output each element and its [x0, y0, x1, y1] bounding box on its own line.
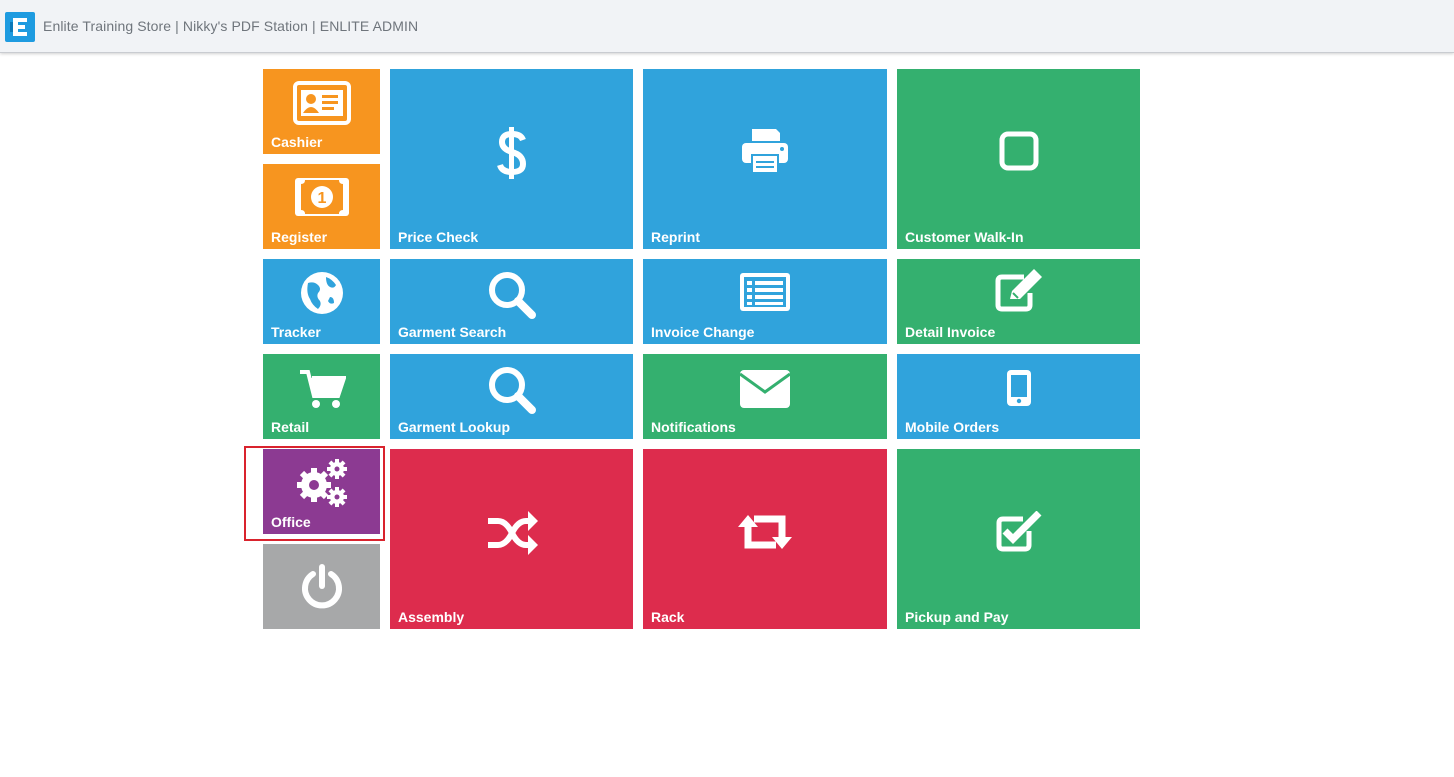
tile-pickup-and-pay[interactable]: Pickup and Pay [897, 449, 1140, 629]
gears-icon [263, 457, 380, 509]
tile-label: Notifications [651, 419, 736, 435]
tile-garment-lookup[interactable]: Garment Lookup [390, 354, 633, 439]
tile-label: Invoice Change [651, 324, 755, 340]
tile-label: Tracker [271, 324, 321, 340]
printer-icon [643, 129, 887, 173]
tile-retail[interactable]: Retail [263, 354, 380, 439]
tile-detail-invoice[interactable]: Detail Invoice [897, 259, 1140, 344]
tile-label: Office [271, 514, 311, 530]
tile-label: Pickup and Pay [905, 609, 1009, 625]
tile-label: Cashier [271, 134, 323, 150]
tile-cashier[interactable]: Cashier [263, 69, 380, 154]
tile-price-check[interactable]: Price Check [390, 69, 633, 249]
check-square-icon [897, 511, 1140, 553]
svg-text:1: 1 [317, 190, 326, 207]
enlite-logo-icon[interactable] [5, 12, 35, 42]
tile-label: Garment Lookup [398, 419, 511, 435]
tile-label: Garment Search [398, 324, 507, 340]
tile-register[interactable]: 1 Register [263, 164, 380, 249]
shopping-cart-icon [263, 368, 380, 410]
search-icon [390, 271, 633, 319]
list-alt-icon [643, 273, 887, 311]
id-card-icon [263, 81, 380, 125]
top-bar: Enlite Training Store | Nikky's PDF Stat… [0, 0, 1454, 53]
mobile-phone-icon [897, 370, 1140, 406]
tile-invoice-change[interactable]: Invoice Change [643, 259, 887, 344]
tile-notifications[interactable]: Notifications [643, 354, 887, 439]
tile-reprint[interactable]: Reprint [643, 69, 887, 249]
tile-garment-search[interactable]: Garment Search [390, 259, 633, 344]
power-icon [263, 564, 380, 610]
search-icon [390, 366, 633, 414]
tile-label: Mobile Orders [905, 419, 1000, 435]
tile-assembly[interactable]: Assembly [390, 449, 633, 629]
square-icon [897, 131, 1140, 171]
tile-label: Rack [651, 609, 685, 625]
money-bill-icon: 1 [263, 178, 380, 216]
globe-icon [263, 271, 380, 315]
app-title: Enlite Training Store | Nikky's PDF Stat… [43, 18, 419, 34]
tile-label: Register [271, 229, 328, 245]
dollar-icon [390, 127, 633, 179]
tile-label: Price Check [398, 229, 479, 245]
tile-customer-walk-in[interactable]: Customer Walk-In [897, 69, 1140, 249]
tile-mobile-orders[interactable]: Mobile Orders [897, 354, 1140, 439]
tile-rack[interactable]: Rack [643, 449, 887, 629]
tile-label: Reprint [651, 229, 700, 245]
tile-power[interactable] [263, 544, 380, 629]
tile-label: Assembly [398, 609, 465, 625]
tile-label: Retail [271, 419, 310, 435]
tile-label: Customer Walk-In [905, 229, 1024, 245]
tile-office[interactable]: Office [263, 449, 380, 534]
edit-icon [897, 269, 1140, 313]
retweet-icon [643, 513, 887, 551]
tile-label: Detail Invoice [905, 324, 996, 340]
random-icon [390, 511, 633, 555]
envelope-icon [643, 370, 887, 408]
tile-tracker[interactable]: Tracker [263, 259, 380, 344]
